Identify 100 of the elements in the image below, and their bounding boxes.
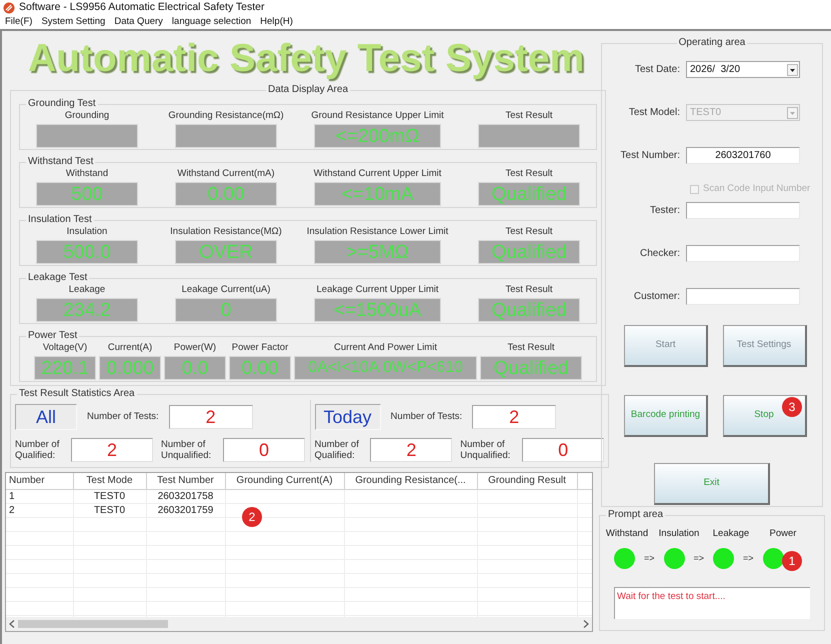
field-label: Test Date: bbox=[634, 63, 681, 77]
message-box: Wait for the test to start.... bbox=[614, 587, 810, 620]
stage-label: Withstand bbox=[604, 527, 650, 541]
menu-item[interactable]: language selection bbox=[172, 15, 252, 30]
field-label: Voltage(V) bbox=[42, 342, 88, 355]
table-cell: 2603201759 bbox=[158, 504, 214, 516]
column-header[interactable]: Number bbox=[6, 473, 73, 489]
arrow-text: => bbox=[694, 552, 704, 564]
field-label: Insulation Resistance(MΩ) bbox=[170, 226, 282, 239]
arrow-text: => bbox=[644, 552, 655, 564]
count-field: 0 bbox=[223, 438, 305, 462]
stat-label: Number of Qualified: bbox=[314, 439, 360, 461]
column-header[interactable]: Grounding Result bbox=[477, 473, 577, 489]
field-label: Test Result bbox=[508, 342, 554, 355]
scope-label: All bbox=[15, 404, 77, 430]
field-label: Power Factor bbox=[232, 342, 288, 355]
table-cell: 1 bbox=[9, 490, 15, 502]
table-cell: 2603201758 bbox=[158, 490, 214, 502]
value-display: 220.1 bbox=[34, 356, 96, 380]
value-display: Qualified bbox=[478, 298, 580, 322]
group-title: Grounding Test bbox=[27, 98, 97, 110]
banner-title: Automatic Safety Test System bbox=[27, 36, 586, 82]
field-label: Grounding bbox=[64, 110, 110, 123]
value-display: Qualified bbox=[480, 356, 582, 380]
value-display: 0.00 bbox=[229, 356, 291, 380]
count-field: 2 bbox=[168, 405, 253, 429]
value-display: OVER bbox=[175, 240, 277, 264]
scope-label: Today bbox=[314, 404, 381, 430]
stage-label: Power bbox=[768, 527, 798, 541]
value-display: 0.0 bbox=[164, 356, 226, 380]
field-label: Ground Resistance Upper Limit bbox=[311, 110, 444, 123]
field-label: Withstand Current(mA) bbox=[177, 168, 275, 181]
group-title: Operating area bbox=[678, 37, 746, 49]
stat-label: Number of Tests: bbox=[390, 410, 462, 424]
column-header[interactable]: Test Number bbox=[146, 473, 225, 489]
scroll-left-icon[interactable] bbox=[9, 620, 15, 628]
input-field[interactable] bbox=[686, 245, 800, 262]
field-label: Test Result bbox=[506, 110, 552, 123]
group-title: Power Test bbox=[27, 330, 78, 342]
field-label: Insulation Resistance Lower Limit bbox=[306, 226, 448, 239]
value-display: 234.2 bbox=[36, 298, 138, 322]
field-label: Withstand Current Upper Limit bbox=[314, 168, 442, 181]
field-label: Checker: bbox=[638, 247, 681, 261]
value-display: 500 bbox=[36, 182, 138, 206]
menu-item[interactable]: File(F) bbox=[5, 15, 32, 30]
value-display: >=5MΩ bbox=[314, 240, 441, 264]
stat-label: Number of Unqualified: bbox=[460, 439, 512, 461]
field-label: Current And Power Limit bbox=[334, 342, 437, 355]
field-label: Leakage Current Upper Limit bbox=[316, 284, 438, 297]
menu-item[interactable]: Help(H) bbox=[260, 15, 293, 30]
value-display: 0 bbox=[175, 298, 277, 322]
stage-label: Insulation bbox=[658, 527, 700, 541]
value-display: 0A<I<10A 0W<P<610 bbox=[294, 356, 477, 380]
value-display: <=200mΩ bbox=[314, 124, 441, 148]
table-cell: 2 bbox=[9, 504, 15, 516]
count-field: 0 bbox=[522, 438, 604, 462]
column-header[interactable]: Grounding Resistance(... bbox=[344, 473, 477, 489]
stat-label: Number of Unqualified: bbox=[161, 439, 212, 461]
count-field: 2 bbox=[71, 438, 153, 462]
field-label: Test Number: bbox=[620, 149, 681, 163]
group-title: Test Result Statistics Area bbox=[18, 388, 136, 400]
field-label: Grounding Resistance(mΩ) bbox=[168, 110, 284, 123]
field-label: Test Result bbox=[506, 226, 552, 239]
field-label: Tester: bbox=[648, 204, 681, 218]
value-display: <=10mA bbox=[314, 182, 441, 206]
stat-label: Number of Qualified: bbox=[15, 439, 60, 461]
menu-item[interactable]: Data Query bbox=[114, 15, 163, 30]
input-field[interactable] bbox=[686, 288, 800, 305]
field-label: Leakage bbox=[68, 284, 106, 297]
window-title: Software - LS9956 Automatic Electrical Safety Tester bbox=[19, 0, 265, 16]
value-display: <=1500uA bbox=[314, 298, 441, 322]
scroll-right-icon[interactable] bbox=[583, 620, 589, 628]
value-display: 0.00 bbox=[175, 182, 277, 206]
stage-label: Leakage bbox=[712, 527, 750, 541]
group-title: Prompt area bbox=[607, 509, 664, 521]
number-badge: 1 bbox=[782, 551, 802, 571]
field-label: Insulation bbox=[66, 226, 108, 239]
stat-label: Number of Tests: bbox=[87, 410, 159, 424]
group-title: Leakage Test bbox=[27, 272, 88, 284]
count-field: 2 bbox=[370, 438, 452, 462]
menu-item[interactable]: System Setting bbox=[41, 15, 106, 30]
table-cell: TEST0 bbox=[94, 490, 126, 502]
value-display: 500.0 bbox=[36, 240, 138, 264]
checkbox-label: Scan Code Input Number bbox=[703, 182, 810, 196]
column-header[interactable]: Grounding Current(A) bbox=[225, 473, 344, 489]
dropdown[interactable]: 2026/ 3/20 bbox=[686, 61, 800, 78]
field-label: Leakage Current(uA) bbox=[182, 284, 270, 297]
field-label: Test Result bbox=[506, 168, 552, 181]
input-field[interactable] bbox=[686, 202, 800, 219]
field-label: Current(A) bbox=[108, 342, 152, 355]
column-header[interactable]: Test Mode bbox=[73, 473, 146, 489]
number-badge: 2 bbox=[242, 507, 262, 527]
arrow-text: => bbox=[743, 552, 754, 564]
field-label: Test Result bbox=[506, 284, 552, 297]
group-title: Insulation Test bbox=[27, 214, 93, 226]
value-display: 0.000 bbox=[99, 356, 161, 380]
input-field[interactable]: 2603201760 bbox=[686, 147, 800, 164]
group-title: Withstand Test bbox=[27, 156, 94, 168]
field-label: Test Model: bbox=[628, 106, 681, 120]
field-label: Power(W) bbox=[174, 342, 216, 355]
